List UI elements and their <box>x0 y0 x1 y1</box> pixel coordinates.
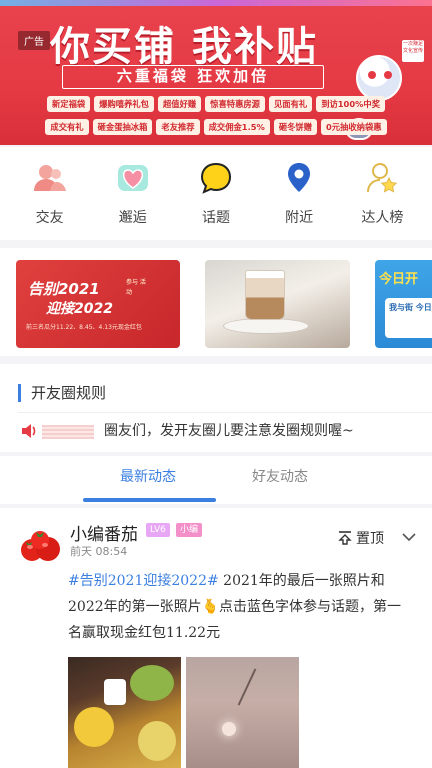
section-title: 开友圈规则 <box>18 384 106 402</box>
banner-tag: 见面有礼 <box>268 96 313 112</box>
post-username[interactable]: 小编番茄 <box>70 520 138 545</box>
nav-item-friends[interactable]: 交友 <box>16 147 84 240</box>
ad-label: 广告 <box>18 31 50 50</box>
banner-tags-row-1: 新定福袋 爆购嘻养礼包 超值好赚 惊喜特惠房源 见面有礼 到访100%中奖 <box>0 96 432 112</box>
level-badge: LV6 <box>146 523 170 537</box>
speaker-icon <box>20 422 38 444</box>
chat-bubble-icon <box>199 161 233 195</box>
post-timestamp: 前天 08:54 <box>70 545 128 558</box>
cake-decoration <box>104 679 126 705</box>
promo-carousel: 告别2021 迎接2022 参与 活动 前三名瓜分11.22、8.45、4.13… <box>0 248 432 356</box>
post-photo-1[interactable] <box>68 657 181 768</box>
nav-label: 话题 <box>201 210 230 226</box>
banner-tag: 成交有礼 <box>45 119 89 135</box>
banner-tag: 超值好赚 <box>157 96 202 112</box>
banner-subtitle: 六重福袋 狂欢加倍 <box>62 65 324 89</box>
promo-card-newyear[interactable]: 告别2021 迎接2022 参与 活动 前三名瓜分11.22、8.45、4.13… <box>16 260 180 348</box>
banner-tag: 惊喜特惠房源 <box>205 96 265 112</box>
promo-title-2: 迎接2022 <box>46 301 113 317</box>
banner-tag: 老友推荐 <box>156 119 200 135</box>
nav-item-ranking[interactable]: 达人榜 <box>348 147 416 240</box>
avatar[interactable] <box>18 522 62 566</box>
post-photo-2[interactable] <box>186 657 299 768</box>
saucer-image <box>223 318 309 334</box>
banner-tag: 新定福袋 <box>46 96 91 112</box>
tree-branch <box>237 668 257 706</box>
banner-top-strip <box>0 0 432 6</box>
nav-label: 附近 <box>285 210 314 226</box>
chevron-down-icon[interactable] <box>401 528 417 547</box>
divider <box>18 412 432 413</box>
coffee-cup-image <box>245 270 285 320</box>
rules-section: 开友圈规则 圈友们，发开友圈儿要注意发圈规则喔~ <box>0 364 432 452</box>
tab-active-indicator <box>83 498 216 502</box>
banner-tag: 0元抽收纳袋惠 <box>321 119 387 135</box>
rules-marquee-text[interactable]: 圈友们，发开友圈儿要注意发圈规则喔~ <box>104 420 354 440</box>
promo-card-today[interactable]: 今日开 我与街 今日开 <box>375 260 432 348</box>
banner-corner-badge: 一次赚足文化宣传 <box>402 40 424 62</box>
banner-tag: 到访100%中奖 <box>316 96 386 112</box>
nav-label: 达人榜 <box>361 210 404 226</box>
promo-title: 今日开 <box>379 272 419 287</box>
tab-friends[interactable]: 好友动态 <box>252 466 308 486</box>
friends-icon <box>33 161 67 195</box>
food-dish <box>138 721 176 761</box>
location-pin-icon <box>282 161 316 195</box>
promo-title: 告别2021 <box>28 280 100 298</box>
feature-nav: 交友 邂逅 话题 附近 达人榜 <box>0 147 432 240</box>
heart-icon <box>116 161 150 195</box>
nav-item-encounter[interactable]: 邂逅 <box>99 147 167 240</box>
banner-title: 你买铺 我补贴 <box>50 24 318 70</box>
pin-icon <box>338 531 352 545</box>
post-hashtag[interactable]: #告别2021迎接2022# <box>68 573 219 589</box>
pin-label: 置顶 <box>356 531 384 547</box>
promo-box-text: 我与街 今日开 <box>385 298 432 338</box>
marquee-fade <box>42 425 94 439</box>
sun-image <box>222 722 236 736</box>
role-badge: 小编 <box>176 523 203 537</box>
food-dish <box>130 665 174 701</box>
nav-item-topics[interactable]: 话题 <box>182 147 250 240</box>
star-person-icon <box>365 161 399 195</box>
nav-label: 邂逅 <box>118 210 147 226</box>
food-dish <box>74 707 114 747</box>
banner-tag: 砸冬饼赠 <box>273 119 318 135</box>
mascot-icon <box>356 55 402 101</box>
promo-card-coffee[interactable] <box>205 260 350 348</box>
banner-tag: 砸金蛋抽冰箱 <box>92 119 153 135</box>
nav-label: 交友 <box>35 210 64 226</box>
banner-tag: 成交佣金1.5% <box>203 119 270 135</box>
pin-button[interactable]: 置顶 <box>338 528 384 548</box>
promo-side-text: 参与 活动 <box>126 279 146 296</box>
feed-tabs: 最新动态 好友动态 <box>0 456 432 504</box>
ad-banner[interactable]: 广告 你买铺 我补贴 六重福袋 狂欢加倍 一次赚足文化宣传 新定福袋 爆购嘻养礼… <box>0 0 432 145</box>
banner-tag: 爆购嘻养礼包 <box>94 96 154 112</box>
nav-item-nearby[interactable]: 附近 <box>265 147 333 240</box>
post-body: #告别2021迎接2022# 2021年的最后一张照片和2022年的第一张照片🫰… <box>68 568 414 646</box>
banner-tags-row-2: 成交有礼 砸金蛋抽冰箱 老友推荐 成交佣金1.5% 砸冬饼赠 0元抽收纳袋惠 <box>0 119 432 135</box>
feed-post[interactable]: 小编番茄 LV6 小编 前天 08:54 置顶 #告别2021迎接2022# 2… <box>0 508 432 768</box>
tab-latest[interactable]: 最新动态 <box>120 466 176 486</box>
promo-footer: 前三名瓜分11.22、8.45、4.13元现金红包 <box>26 324 142 331</box>
